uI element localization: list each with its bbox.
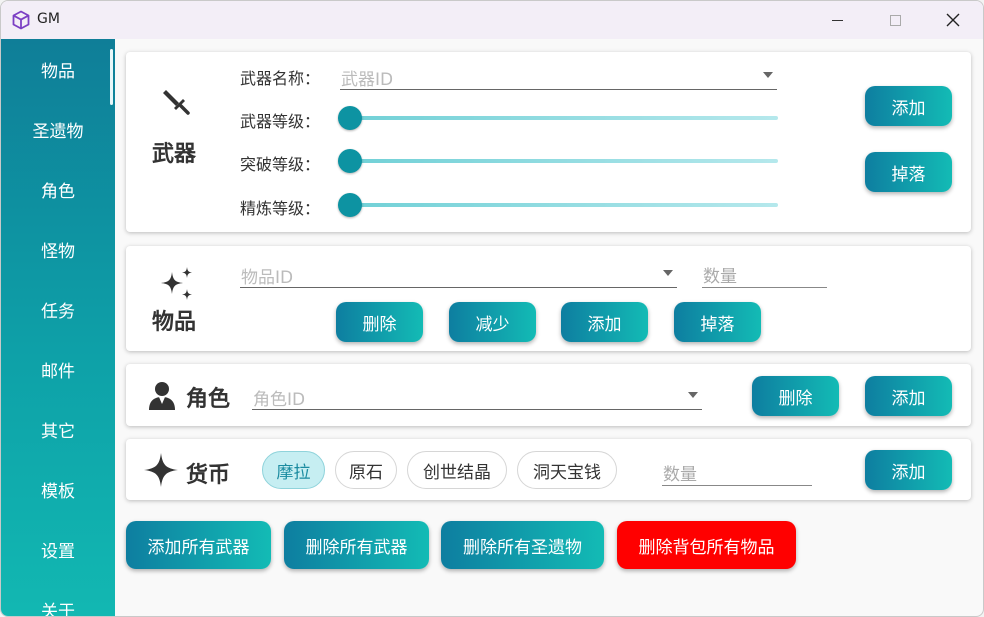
- character-title: 角色: [186, 387, 231, 412]
- refine-level-label: 精炼等级：: [240, 199, 321, 218]
- breakthrough-level-slider[interactable]: [338, 149, 778, 173]
- refine-level-slider[interactable]: [338, 193, 778, 217]
- sidebar-item-label: 怪物: [41, 241, 75, 262]
- sidebar-item-label: 关于: [41, 601, 75, 617]
- weapon-name-label: 武器名称：: [240, 69, 321, 88]
- slider-track: [338, 159, 778, 163]
- weapon-add-button[interactable]: 添加: [865, 86, 952, 126]
- close-button[interactable]: [930, 1, 976, 39]
- slider-track: [338, 116, 778, 120]
- character-card: 角色 角色ID 删除 添加: [126, 364, 971, 426]
- person-icon: [149, 382, 175, 410]
- currency-add-button[interactable]: 添加: [865, 450, 952, 490]
- sidebar-item-quests[interactable]: 任务: [1, 287, 115, 331]
- slider-thumb[interactable]: [338, 149, 362, 173]
- item-title: 物品: [152, 310, 197, 335]
- weapon-id-combobox[interactable]: 武器ID: [340, 60, 777, 90]
- weapon-level-label: 武器等级：: [240, 112, 321, 131]
- character-add-button[interactable]: 添加: [865, 376, 952, 416]
- weapon-id-placeholder: 武器ID: [341, 70, 394, 90]
- slider-track: [338, 203, 778, 207]
- sidebar-item-artifacts[interactable]: 圣遗物: [1, 107, 115, 151]
- currency-chip-genesis-crystal[interactable]: 创世结晶: [407, 451, 507, 489]
- item-quantity-placeholder: 数量: [703, 267, 737, 287]
- sidebar-item-label: 圣遗物: [32, 121, 84, 142]
- character-id-placeholder: 角色ID: [253, 390, 306, 410]
- maximize-button[interactable]: [872, 1, 918, 39]
- delete-all-artifacts-button[interactable]: 删除所有圣遗物: [441, 521, 604, 569]
- weapon-level-slider[interactable]: [338, 106, 778, 130]
- title-bar: GM: [1, 1, 983, 39]
- minimize-icon: [831, 19, 843, 21]
- window-title: GM: [37, 11, 60, 27]
- item-id-combobox[interactable]: 物品ID: [240, 258, 677, 288]
- minimize-button[interactable]: [814, 1, 860, 39]
- item-reduce-button[interactable]: 减少: [449, 302, 536, 342]
- sidebar-item-label: 邮件: [41, 361, 75, 382]
- breakthrough-level-label: 突破等级：: [240, 155, 321, 174]
- sidebar-item-label: 模板: [41, 481, 75, 502]
- sidebar-item-label: 物品: [41, 61, 75, 82]
- character-delete-button[interactable]: 删除: [752, 376, 839, 416]
- slider-thumb[interactable]: [338, 106, 362, 130]
- item-quantity-input[interactable]: 数量: [702, 258, 827, 288]
- sidebar-item-about[interactable]: 关于: [1, 587, 115, 617]
- currency-card: 货币 摩拉 原石 创世结晶 洞天宝钱 数量 添加: [126, 439, 971, 500]
- sidebar-item-label: 角色: [41, 181, 75, 202]
- currency-chip-mora[interactable]: 摩拉: [262, 451, 325, 489]
- currency-quantity-input[interactable]: 数量: [662, 456, 812, 486]
- weapon-drop-button[interactable]: 掉落: [865, 152, 952, 192]
- maximize-icon: [889, 14, 901, 26]
- sword-icon: [163, 90, 190, 115]
- delete-all-backpack-items-button[interactable]: 删除背包所有物品: [617, 521, 796, 569]
- cube-icon: [12, 10, 30, 30]
- sidebar-item-label: 设置: [41, 541, 75, 562]
- sidebar-item-monsters[interactable]: 怪物: [1, 227, 115, 271]
- sidebar-item-characters[interactable]: 角色: [1, 167, 115, 211]
- star-icon: [144, 453, 178, 487]
- character-id-combobox[interactable]: 角色ID: [252, 380, 702, 410]
- currency-chip-primogem[interactable]: 原石: [335, 451, 397, 489]
- item-delete-button[interactable]: 删除: [336, 302, 423, 342]
- chevron-down-icon: [763, 72, 773, 78]
- sidebar-item-items[interactable]: 物品: [1, 47, 115, 105]
- sidebar-item-label: 其它: [41, 421, 75, 442]
- currency-quantity-placeholder: 数量: [663, 465, 697, 485]
- add-all-weapons-button[interactable]: 添加所有武器: [126, 521, 271, 569]
- sidebar-item-other[interactable]: 其它: [1, 407, 115, 451]
- currency-chip-realm-currency[interactable]: 洞天宝钱: [517, 451, 617, 489]
- sparkles-icon: [161, 267, 192, 300]
- delete-all-weapons-button[interactable]: 删除所有武器: [284, 521, 429, 569]
- chevron-down-icon: [688, 392, 698, 398]
- sidebar-item-templates[interactable]: 模板: [1, 467, 115, 511]
- chevron-down-icon: [663, 270, 673, 276]
- sidebar-item-settings[interactable]: 设置: [1, 527, 115, 571]
- item-card: 物品 物品ID 数量 删除 减少 添加 掉落: [126, 246, 971, 351]
- currency-title: 货币: [186, 463, 231, 488]
- slider-thumb[interactable]: [338, 193, 362, 217]
- app-window: GM 物品 圣遗物 角色 怪物 任务 邮件 其它 模板 设置 关于 武器 武器名…: [0, 0, 984, 617]
- sidebar-item-mail[interactable]: 邮件: [1, 347, 115, 391]
- item-drop-button[interactable]: 掉落: [674, 302, 761, 342]
- weapon-card: 武器 武器名称： 武器ID 武器等级： 突破等级： 精炼等级： 添加 掉落: [126, 52, 971, 232]
- weapon-title: 武器: [152, 142, 197, 167]
- item-id-placeholder: 物品ID: [241, 268, 294, 288]
- sidebar-item-label: 任务: [41, 301, 75, 322]
- item-add-button[interactable]: 添加: [561, 302, 648, 342]
- sidebar: 物品 圣遗物 角色 怪物 任务 邮件 其它 模板 设置 关于: [1, 39, 115, 617]
- close-icon: [946, 13, 960, 27]
